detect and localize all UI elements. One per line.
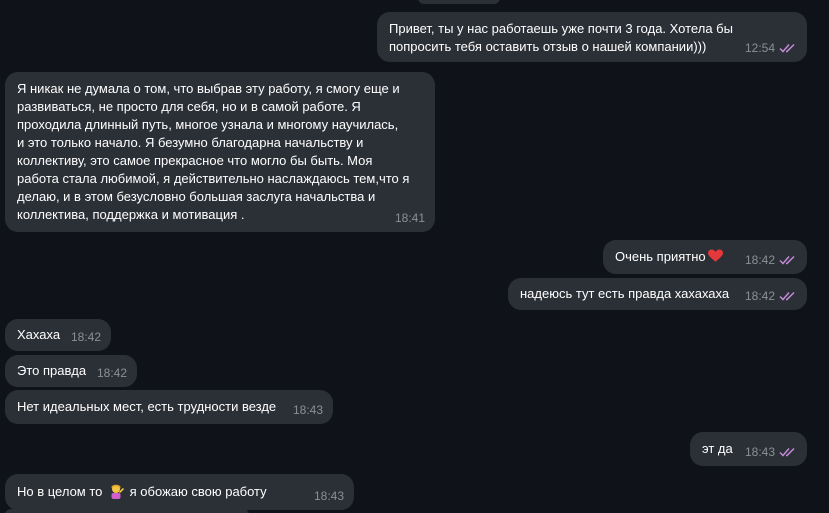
message-outgoing[interactable]: эт да 18:43 [690, 432, 807, 466]
message-meta: 18:43 [314, 487, 344, 505]
heart-icon [707, 249, 723, 262]
message-meta: 18:42 [97, 364, 127, 382]
message-meta: 18:42 [745, 251, 797, 269]
partial-message-top [418, 0, 500, 4]
message-time: 18:43 [313, 489, 344, 503]
person-gesturing-emoji [111, 484, 124, 499]
message-meta: 18:43 [293, 401, 323, 419]
message-text: Нет идеальных мест, есть трудности везде [17, 399, 277, 414]
message-incoming[interactable]: Это правда 18:42 [5, 355, 137, 387]
message-meta: 18:42 [71, 328, 101, 346]
message-outgoing[interactable]: надеюсь тут есть правда хахахаха 18:42 [508, 278, 807, 310]
message-meta: 18:41 [395, 209, 425, 227]
message-text: Очень приятно [615, 249, 706, 264]
message-outgoing[interactable]: Привет, ты у нас работаешь уже почти 3 г… [377, 12, 807, 62]
message-incoming[interactable]: Нет идеальных мест, есть трудности везде… [5, 390, 333, 424]
message-text: Я никак не думала о том, что выбрав эту … [17, 81, 410, 222]
message-text: Привет, ты у нас работаешь уже почти 3 г… [389, 21, 733, 54]
message-meta: 12:54 [745, 39, 797, 57]
double-check-icon [779, 447, 795, 457]
message-text-before: Но в целом то [17, 484, 103, 499]
message-text-after: я обожаю свою работу [129, 484, 267, 499]
message-incoming[interactable]: Хахаха 18:42 [5, 319, 111, 351]
chat-history[interactable]: Привет, ты у нас работаешь уже почти 3 г… [0, 0, 829, 513]
message-incoming[interactable]: Я никак не думала о том, что выбрав эту … [5, 72, 435, 232]
message-incoming[interactable]: Но в целом то я обожаю свою работу 18:43 [5, 474, 354, 510]
message-time: 18:42 [744, 289, 775, 303]
message-time: 18:43 [744, 445, 775, 459]
message-time: 18:42 [744, 253, 775, 267]
message-time: 18:41 [394, 211, 425, 225]
message-meta: 18:43 [745, 443, 797, 461]
partial-message-bottom [5, 509, 249, 513]
message-time: 18:42 [70, 330, 101, 344]
message-time: 18:42 [96, 366, 127, 380]
message-meta: 18:42 [745, 287, 797, 305]
message-outgoing[interactable]: Очень приятно 18:42 [603, 240, 807, 274]
double-check-icon [779, 43, 795, 53]
double-check-icon [779, 291, 795, 301]
message-time: 12:54 [744, 41, 775, 55]
message-time: 18:43 [292, 403, 323, 417]
double-check-icon [779, 255, 795, 265]
